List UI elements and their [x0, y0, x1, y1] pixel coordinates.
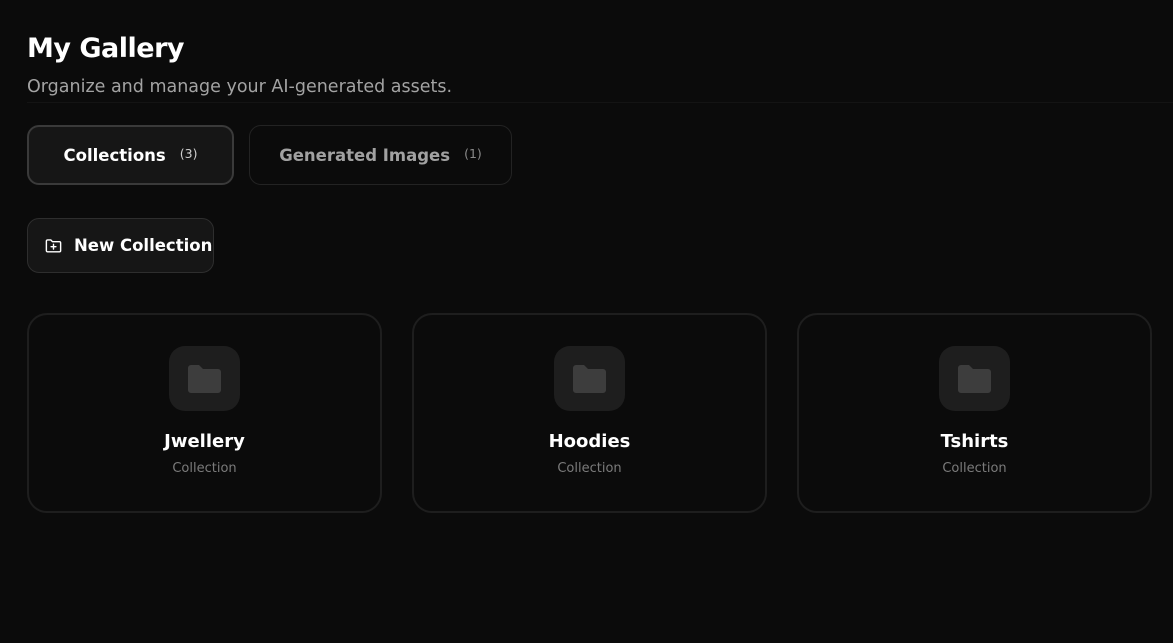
collection-type: Collection: [172, 461, 237, 476]
folder-icon: [188, 364, 221, 393]
collection-name: Tshirts: [940, 431, 1009, 452]
folder-icon: [958, 364, 991, 393]
tab-collections-count: (3): [179, 145, 198, 161]
page-title: My Gallery: [27, 33, 185, 64]
collection-icon-box: [939, 346, 1010, 411]
new-collection-label: New Collection: [74, 236, 213, 255]
folder-icon: [573, 364, 606, 393]
collection-type: Collection: [942, 461, 1007, 476]
collection-icon-box: [554, 346, 625, 411]
collections-grid: Jwellery Collection Hoodies Collection T…: [27, 313, 1152, 513]
collection-card-hoodies[interactable]: Hoodies Collection: [412, 313, 767, 513]
new-collection-button[interactable]: New Collection: [27, 218, 214, 273]
tab-generated-images-count: (1): [464, 145, 482, 161]
collection-card-jwellery[interactable]: Jwellery Collection: [27, 313, 382, 513]
collection-icon-box: [169, 346, 240, 411]
collection-name: Hoodies: [548, 431, 631, 452]
gallery-page: My Gallery Organize and manage your AI-g…: [0, 0, 1173, 643]
collection-name: Jwellery: [164, 431, 245, 452]
collection-type: Collection: [557, 461, 622, 476]
tab-collections-label: Collections: [63, 145, 166, 165]
folder-plus-icon: [45, 239, 62, 253]
collection-card-tshirts[interactable]: Tshirts Collection: [797, 313, 1152, 513]
page-subtitle: Organize and manage your AI-generated as…: [27, 77, 453, 97]
tab-collections[interactable]: Collections (3): [27, 125, 234, 185]
tab-generated-images[interactable]: Generated Images (1): [249, 125, 512, 185]
tab-generated-images-label: Generated Images: [279, 145, 451, 165]
gallery-tabs: Collections (3) Generated Images (1): [27, 125, 512, 185]
page-header: My Gallery Organize and manage your AI-g…: [27, 30, 1173, 103]
